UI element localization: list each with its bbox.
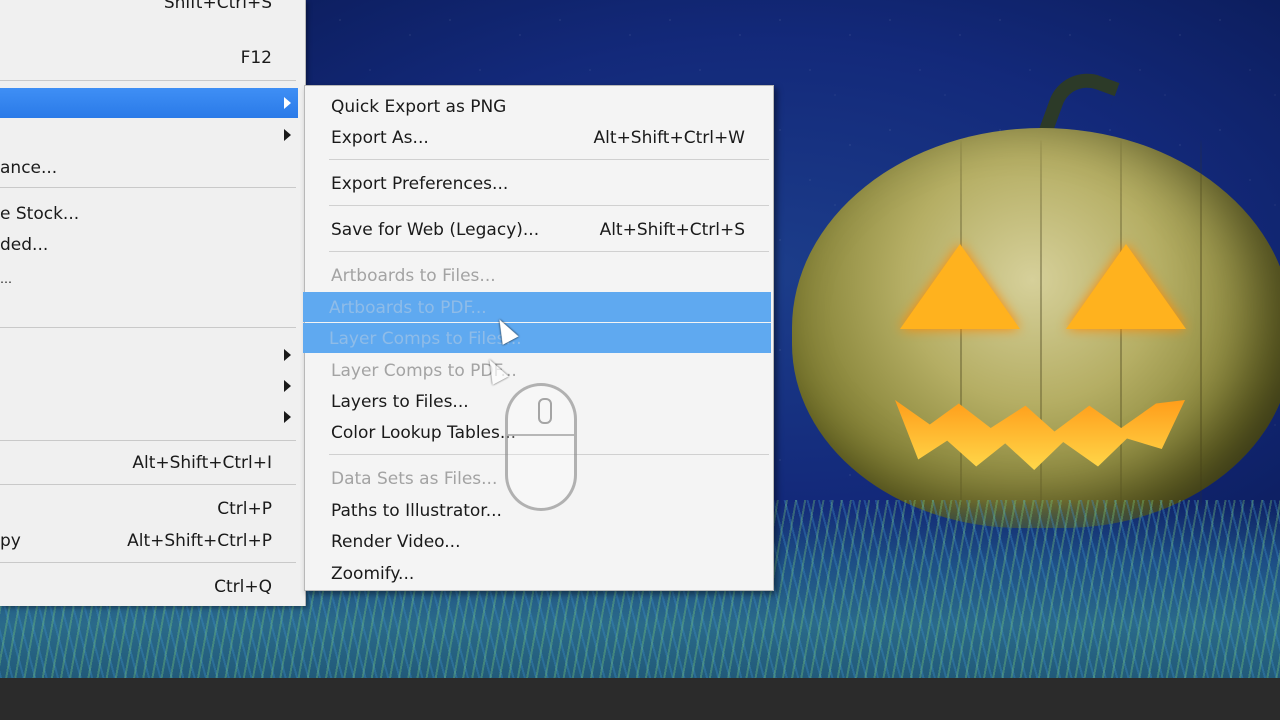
submenu-arrow-icon bbox=[284, 97, 291, 109]
menu-item-shortcut: Alt+Shift+Ctrl+S bbox=[599, 220, 745, 240]
menu-separator bbox=[329, 251, 769, 252]
menu-separator bbox=[0, 562, 296, 563]
menu-item-generate[interactable] bbox=[0, 120, 300, 150]
menu-item-label: e Stock... bbox=[0, 204, 80, 224]
menu-item-layer-comps-to-files[interactable]: Layer Comps to Files... bbox=[303, 323, 771, 353]
menu-item-automate[interactable] bbox=[0, 371, 300, 401]
menu-item-label: Render Video... bbox=[331, 532, 461, 552]
menu-item-shortcut: Alt+Shift+Ctrl+P bbox=[127, 531, 272, 551]
menu-item-shortcut: F12 bbox=[240, 48, 272, 68]
menu-item-shortcut: Alt+Shift+Ctrl+I bbox=[132, 453, 272, 473]
menu-item-layer-comps-to-pdf[interactable]: Layer Comps to PDF... bbox=[305, 355, 773, 385]
menu-item-export-as[interactable]: Export As... Alt+Shift+Ctrl+W bbox=[305, 122, 773, 152]
menu-item-shortcut: Ctrl+Q bbox=[214, 577, 272, 597]
menu-item-artboards-to-pdf[interactable]: Artboards to PDF... bbox=[303, 292, 771, 322]
menu-item-shortcut: Shift+Ctrl+S bbox=[163, 0, 272, 13]
menu-item-label: Artboards to Files... bbox=[331, 266, 496, 286]
menu-item-exit[interactable]: Ctrl+Q bbox=[0, 572, 300, 602]
menu-item-search-stock[interactable]: e Stock... bbox=[0, 199, 300, 229]
menu-item-file-info[interactable]: Alt+Shift+Ctrl+I bbox=[0, 448, 300, 478]
menu-item-print-preview[interactable]: F12 bbox=[0, 43, 300, 73]
menu-item-scripts[interactable] bbox=[0, 402, 300, 432]
menu-item-save-as[interactable]: Shift+Ctrl+S bbox=[0, 0, 300, 18]
menu-item-label: Quick Export as PNG bbox=[331, 97, 507, 117]
menu-item-label: py bbox=[0, 531, 21, 551]
menu-item-export[interactable] bbox=[0, 88, 298, 118]
menu-item-place-linked[interactable]: … bbox=[0, 263, 300, 293]
menu-item-share[interactable]: ance... bbox=[0, 153, 300, 183]
menu-item-shortcut: Alt+Shift+Ctrl+W bbox=[593, 128, 745, 148]
menu-separator bbox=[329, 159, 769, 160]
mouse-icon bbox=[505, 383, 577, 511]
pumpkin-left-eye bbox=[900, 244, 1020, 329]
pumpkin-rib bbox=[1200, 140, 1202, 510]
menu-item-label: ded... bbox=[0, 235, 49, 255]
menu-item-print-one-copy[interactable]: py Alt+Shift+Ctrl+P bbox=[0, 526, 300, 556]
menu-separator bbox=[0, 327, 296, 328]
menu-item-label: Layer Comps to Files... bbox=[329, 329, 522, 349]
pumpkin-right-eye bbox=[1066, 244, 1186, 329]
menu-separator bbox=[0, 187, 296, 188]
menu-item-label: Zoomify... bbox=[331, 564, 415, 584]
menu-separator bbox=[0, 80, 296, 81]
menu-item-shortcut: Ctrl+P bbox=[217, 499, 272, 519]
menu-item-artboards-to-files[interactable]: Artboards to Files... bbox=[305, 260, 773, 290]
submenu-arrow-icon bbox=[284, 380, 291, 392]
menu-item-zoomify[interactable]: Zoomify... bbox=[305, 558, 773, 588]
menu-item-label: Save for Web (Legacy)... bbox=[331, 220, 540, 240]
menu-item-place-embedded[interactable]: ded... bbox=[0, 230, 300, 260]
menu-item-label: Color Lookup Tables... bbox=[331, 423, 517, 443]
menu-item-label: … bbox=[0, 272, 12, 286]
menu-item-save-for-web[interactable]: Save for Web (Legacy)... Alt+Shift+Ctrl+… bbox=[305, 214, 773, 244]
menu-item-label: Export Preferences... bbox=[331, 174, 509, 194]
export-submenu: Quick Export as PNG Export As... Alt+Shi… bbox=[303, 85, 774, 591]
menu-item-label: Layers to Files... bbox=[331, 392, 469, 412]
menu-separator bbox=[0, 440, 296, 441]
submenu-arrow-icon bbox=[284, 129, 291, 141]
menu-item-render-video[interactable]: Render Video... bbox=[305, 526, 773, 556]
menu-item-print[interactable]: Ctrl+P bbox=[0, 494, 300, 524]
menu-item-label: ance... bbox=[0, 158, 58, 178]
bottom-bar bbox=[0, 678, 1280, 720]
menu-item-label: Artboards to PDF... bbox=[329, 298, 487, 318]
menu-item-export-preferences[interactable]: Export Preferences... bbox=[305, 168, 773, 198]
menu-separator bbox=[329, 205, 769, 206]
file-menu: Shift+Ctrl+S F12 ance... e Stock... ded.… bbox=[0, 0, 306, 606]
menu-item-quick-export-png[interactable]: Quick Export as PNG bbox=[305, 91, 773, 121]
menu-item-label: Export As... bbox=[331, 128, 429, 148]
menu-item-import[interactable] bbox=[0, 340, 300, 370]
submenu-arrow-icon bbox=[284, 349, 291, 361]
menu-item-label: Data Sets as Files... bbox=[331, 469, 498, 489]
menu-item-label: Paths to Illustrator... bbox=[331, 501, 502, 521]
submenu-arrow-icon bbox=[284, 411, 291, 423]
menu-separator bbox=[0, 484, 296, 485]
